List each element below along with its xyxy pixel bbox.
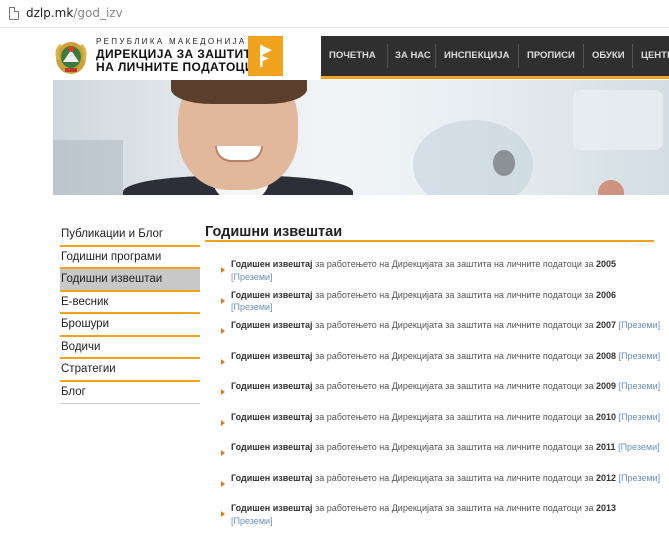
hero-banner xyxy=(53,80,669,195)
nav-divider xyxy=(435,44,436,68)
report-title: Годишен извештај xyxy=(231,320,313,330)
list-item: Годишен извештај за работењето на Дирекц… xyxy=(218,350,664,381)
arrow-bullet-icon xyxy=(221,297,225,304)
list-item: Годишен извештај за работењето на Дирекц… xyxy=(218,380,664,411)
list-item: Годишен извештај за работењето на Дирекц… xyxy=(218,319,664,350)
site-header: РЕПУБЛИКА МАКЕДОНИЈА ДИРЕКЦИЈА ЗА ЗАШТИТ… xyxy=(53,36,669,80)
download-link[interactable]: [Преземи] xyxy=(619,412,661,422)
nav-divider xyxy=(387,44,388,68)
download-link[interactable]: [Преземи] xyxy=(619,473,661,483)
arrow-bullet-icon xyxy=(221,328,225,334)
main-nav: ПОЧЕТНА ЗА НАС ИНСПЕКЦИЈА ПРОПИСИ ОБУКИ … xyxy=(321,36,669,76)
nav-inspection[interactable]: ИНСПЕКЦИЈА xyxy=(444,36,509,76)
hero-background-person xyxy=(493,150,515,176)
hero-background-shape xyxy=(53,140,123,195)
download-link[interactable]: [Преземи] xyxy=(231,272,273,282)
address-bar[interactable]: dzlp.mk/god_izv xyxy=(0,0,669,28)
arrow-bullet-icon xyxy=(221,450,225,456)
report-description: за работењето на Дирекцијата за заштита … xyxy=(312,259,597,269)
sidebar-item-blog[interactable]: Блог xyxy=(60,382,200,404)
sidebar-nav: Публикации и Блог Годишни програми Годиш… xyxy=(60,224,200,404)
flag-logo-icon[interactable] xyxy=(248,36,283,76)
report-title: Годишен извештај xyxy=(231,503,313,513)
nav-accent-bar xyxy=(321,76,669,79)
sidebar-item-annual-programs[interactable]: Годишни програми xyxy=(60,247,200,269)
nav-about[interactable]: ЗА НАС xyxy=(395,36,431,76)
page-title: Годишни извештаи xyxy=(205,222,654,242)
url-host: dzlp.mk xyxy=(26,6,74,20)
arrow-bullet-icon xyxy=(221,480,225,487)
hero-person-hair xyxy=(171,80,307,104)
report-year: 2012 xyxy=(596,472,617,483)
nav-regulations[interactable]: ПРОПИСИ xyxy=(527,36,575,76)
report-description: за работењето на Дирекцијата за заштита … xyxy=(312,320,597,330)
nav-center[interactable]: ЦЕНТР xyxy=(641,36,669,76)
list-item: Годишен извештај за работењето на Дирекц… xyxy=(218,472,664,503)
url-text[interactable]: dzlp.mk/god_izv xyxy=(26,6,123,20)
list-item: Годишен извештај за работењето на Дирекц… xyxy=(218,289,664,320)
arrow-bullet-icon xyxy=(221,419,225,426)
report-year: 2013 xyxy=(596,503,617,513)
hero-background-person xyxy=(598,180,624,195)
list-item: Годишен извештај за работењето на Дирекц… xyxy=(218,258,664,289)
sidebar-item-publications[interactable]: Публикации и Блог xyxy=(60,224,200,247)
sidebar-item-brochures[interactable]: Брошури xyxy=(60,314,200,337)
report-list: Годишен извештај за работењето на Дирекц… xyxy=(218,258,664,533)
report-year: 2009 xyxy=(596,381,617,391)
org-country: РЕПУБЛИКА МАКЕДОНИЈА xyxy=(96,37,247,46)
nav-divider xyxy=(518,44,519,68)
nav-home[interactable]: ПОЧЕТНА xyxy=(329,36,376,76)
org-name-line2: НА ЛИЧНИТЕ ПОДАТОЦИ xyxy=(96,60,254,74)
nav-trainings[interactable]: ОБУКИ xyxy=(592,36,625,76)
report-title: Годишен извештај xyxy=(231,411,313,422)
sidebar-item-annual-reports[interactable]: Годишни извештаи xyxy=(60,269,200,292)
report-title: Годишен извештај xyxy=(231,350,313,361)
sidebar-item-strategies[interactable]: Стратегии xyxy=(60,359,200,382)
report-description: за работењето на Дирекцијата за заштита … xyxy=(312,503,597,513)
report-year: 2005 xyxy=(596,259,617,269)
report-description: за работењето на Дирекцијата за заштита … xyxy=(312,442,597,452)
list-item: Годишен извештај за работењето на Дирекц… xyxy=(218,441,664,472)
org-name-line1: ДИРЕКЦИЈА ЗА ЗАШТИТА xyxy=(96,47,260,61)
main-content: Годишни извештаи xyxy=(205,222,654,242)
nav-divider xyxy=(632,44,633,68)
arrow-bullet-icon xyxy=(221,511,225,517)
report-year: 2010 xyxy=(596,411,617,422)
report-description: за работењето на Дирекцијата за заштита … xyxy=(312,472,597,483)
list-item: Годишен извештај за работењето на Дирекц… xyxy=(218,411,664,442)
download-link[interactable]: [Преземи] xyxy=(619,381,661,391)
arrow-bullet-icon xyxy=(221,358,225,365)
report-year: 2011 xyxy=(596,442,616,452)
report-year: 2008 xyxy=(596,350,617,361)
report-description: за работењето на Дирекцијата за заштита … xyxy=(312,381,597,391)
arrow-bullet-icon xyxy=(221,389,225,395)
hero-background-shape xyxy=(573,90,663,150)
sidebar-item-guides[interactable]: Водичи xyxy=(60,337,200,359)
download-link[interactable]: [Преземи] xyxy=(619,351,661,361)
sidebar-item-e-newsletter[interactable]: Е-весник xyxy=(60,292,200,314)
download-link[interactable]: [Преземи] xyxy=(231,516,273,526)
report-title: Годишен извештај xyxy=(231,442,313,452)
report-title: Годишен извештај xyxy=(231,289,313,300)
report-title: Годишен извештај xyxy=(231,259,313,269)
report-title: Годишен извештај xyxy=(231,381,313,391)
page-icon xyxy=(9,7,19,20)
hero-background-shape xyxy=(413,120,533,195)
report-title: Годишен извештај xyxy=(231,472,313,483)
report-year: 2006 xyxy=(596,289,617,300)
report-year: 2007 xyxy=(596,320,617,330)
nav-divider xyxy=(583,44,584,68)
download-link[interactable]: [Преземи] xyxy=(231,302,273,312)
arrow-bullet-icon xyxy=(221,267,225,273)
list-item: Годишен извештај за работењето на Дирекц… xyxy=(218,502,664,533)
report-description: за работењето на Дирекцијата за заштита … xyxy=(312,411,597,422)
download-link[interactable]: [Преземи] xyxy=(619,320,661,330)
report-description: за работењето на Дирекцијата за заштита … xyxy=(312,350,597,361)
url-path: /god_izv xyxy=(73,6,123,20)
report-description: за работењето на Дирекцијата за заштита … xyxy=(312,289,597,300)
download-link[interactable]: [Преземи] xyxy=(618,442,660,452)
coat-of-arms-icon[interactable] xyxy=(53,40,89,76)
